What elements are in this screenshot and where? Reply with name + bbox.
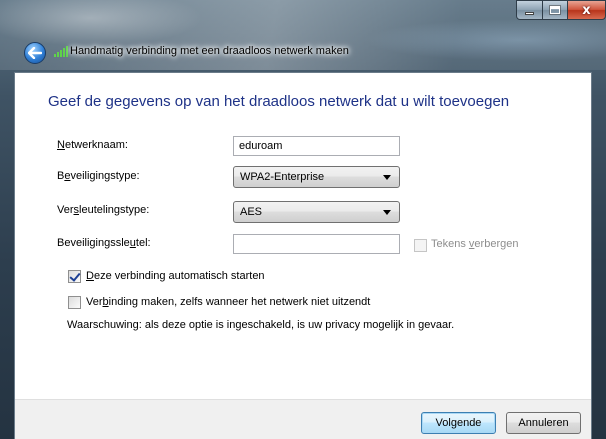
wireless-signal-icon (54, 45, 68, 57)
minimize-icon (525, 12, 534, 15)
hide-characters-label: Tekens verbergen (431, 238, 519, 250)
chevron-down-icon (383, 175, 391, 180)
encryption-type-value: AES (240, 206, 263, 218)
encryption-type-select[interactable]: AES (233, 201, 400, 223)
close-icon: x (582, 2, 591, 18)
auto-start-checkbox[interactable] (68, 270, 81, 283)
security-type-select[interactable]: WPA2-Enterprise (233, 166, 400, 188)
back-button[interactable] (24, 42, 46, 64)
cancel-button[interactable]: Annuleren (506, 412, 581, 434)
network-name-label: Netwerknaam: (57, 139, 128, 151)
back-arrow-icon (28, 47, 42, 59)
security-type-value: WPA2-Enterprise (240, 171, 325, 183)
auto-start-label: Deze verbinding automatisch starten (86, 270, 265, 282)
window-title: Handmatig verbinding met een draadloos n… (70, 45, 349, 57)
network-name-input[interactable]: eduroam (233, 136, 400, 156)
connect-hidden-label: Verbinding maken, zelfs wanneer het netw… (86, 296, 371, 308)
privacy-warning-text: Waarschuwing: als deze optie is ingescha… (67, 319, 455, 331)
dialog-content: Geef de gegevens op van het draadloos ne… (14, 72, 592, 439)
hide-characters-checkbox[interactable] (414, 239, 427, 252)
encryption-type-label: Versleutelingstype: (57, 204, 150, 216)
close-button[interactable]: x (567, 0, 606, 20)
window-frame: x Handmatig verbinding met een draadloos… (0, 0, 606, 439)
security-type-label: Beveiligingstype: (57, 170, 140, 182)
minimize-button[interactable] (516, 0, 543, 20)
security-key-input[interactable] (233, 234, 400, 254)
maximize-icon (550, 6, 560, 14)
maximize-button[interactable] (542, 0, 568, 20)
button-bar: Volgende Annuleren (15, 399, 591, 439)
chevron-down-icon (383, 210, 391, 215)
security-key-label: Beveiligingssleutel: (57, 237, 151, 249)
page-heading: Geef de gegevens op van het draadloos ne… (48, 93, 510, 110)
next-button[interactable]: Volgende (421, 412, 496, 434)
connect-hidden-checkbox[interactable] (68, 296, 81, 309)
